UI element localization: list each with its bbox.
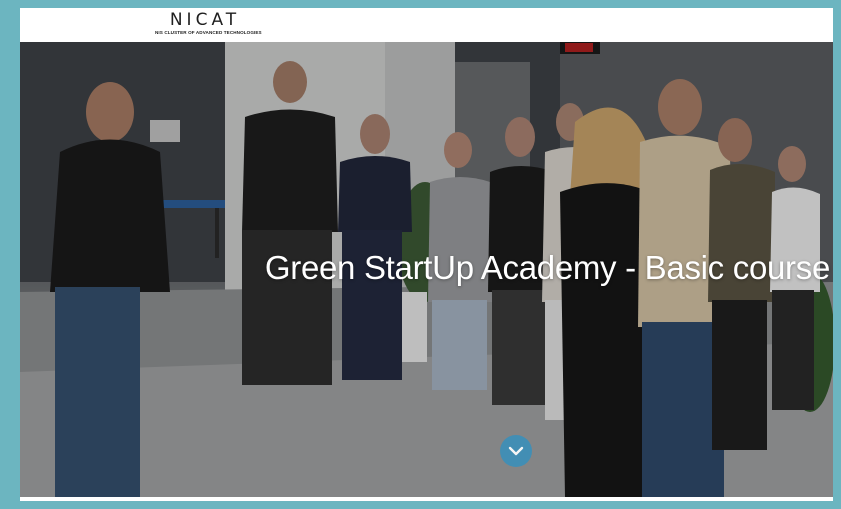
content-start-strip	[20, 497, 833, 501]
logo-subtitle: NIS CLUSTER OF ADVANCED TECHNOLOGIES	[155, 30, 262, 35]
scroll-down-button[interactable]	[500, 435, 532, 467]
site-header: NICAT NIS CLUSTER OF ADVANCED TECHNOLOGI…	[20, 8, 833, 42]
nicat-logo[interactable]: NICAT NIS CLUSTER OF ADVANCED TECHNOLOGI…	[155, 10, 262, 37]
page-frame: NICAT NIS CLUSTER OF ADVANCED TECHNOLOGI…	[20, 8, 833, 501]
chevron-down-icon	[508, 446, 524, 456]
hero-banner: Green StartUp Academy - Basic course	[20, 42, 833, 497]
hero-title: Green StartUp Academy - Basic course	[264, 249, 830, 286]
logo-wordmark: NICAT	[169, 10, 241, 30]
